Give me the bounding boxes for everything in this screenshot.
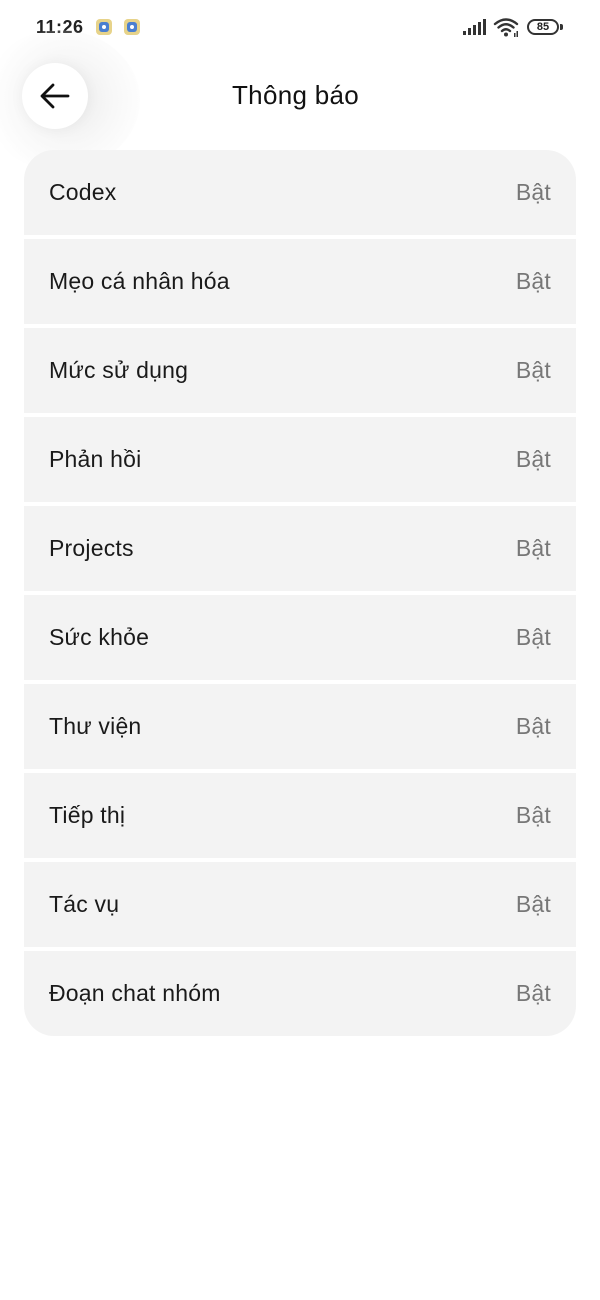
list-item-marketing[interactable]: Tiếp thị Bật <box>24 773 576 858</box>
arrow-left-icon <box>40 83 70 109</box>
battery-tip <box>560 24 563 30</box>
list-item-label: Mức sử dụng <box>49 357 189 383</box>
list-item-label: Tiếp thị <box>49 802 126 828</box>
notifications-screen: 11:26 85 Thông báo Codex Bật Mẹo cá nhân… <box>0 0 600 1300</box>
list-item-health[interactable]: Sức khỏe Bật <box>24 595 576 680</box>
list-item-value: Bật <box>515 179 551 205</box>
list-item-label: Mẹo cá nhân hóa <box>49 268 230 294</box>
list-item-value: Bật <box>515 624 551 650</box>
list-item-projects[interactable]: Projects Bật <box>24 506 576 591</box>
list-item-label: Tác vụ <box>49 891 120 917</box>
list-item-value: Bật <box>515 446 551 472</box>
notification-settings-list: Codex Bật Mẹo cá nhân hóa Bật Mức sử dụn… <box>24 150 576 1036</box>
list-item-usage[interactable]: Mức sử dụng Bật <box>24 328 576 413</box>
list-item-value: Bật <box>515 535 551 561</box>
list-item-label: Sức khỏe <box>49 624 150 650</box>
list-item-label: Đoạn chat nhóm <box>49 980 221 1006</box>
page-title: Thông báo <box>232 80 360 110</box>
list-item-codex[interactable]: Codex Bật <box>24 150 576 235</box>
wifi-icon <box>493 18 519 37</box>
app-notification-icon <box>124 19 140 35</box>
battery-indicator: 85 <box>527 19 559 35</box>
app-notification-icon <box>96 19 112 35</box>
list-item-value: Bật <box>515 802 551 828</box>
list-item-label: Thư viện <box>49 713 142 739</box>
back-button[interactable] <box>22 63 88 129</box>
list-item-label: Codex <box>49 179 117 205</box>
list-item-value: Bật <box>515 357 551 383</box>
list-item-label: Projects <box>49 535 134 561</box>
list-item-value: Bật <box>515 268 551 294</box>
list-item-value: Bật <box>515 713 551 739</box>
list-item-group-chats[interactable]: Đoạn chat nhóm Bật <box>24 951 576 1036</box>
list-item-label: Phản hồi <box>49 446 142 472</box>
list-item-personalization-tips[interactable]: Mẹo cá nhân hóa Bật <box>24 239 576 324</box>
list-item-library[interactable]: Thư viện Bật <box>24 684 576 769</box>
list-item-tasks[interactable]: Tác vụ Bật <box>24 862 576 947</box>
list-item-value: Bật <box>515 891 551 917</box>
cellular-signal-icon <box>463 19 486 35</box>
list-item-value: Bật <box>515 980 551 1006</box>
list-item-feedback[interactable]: Phản hồi Bật <box>24 417 576 502</box>
